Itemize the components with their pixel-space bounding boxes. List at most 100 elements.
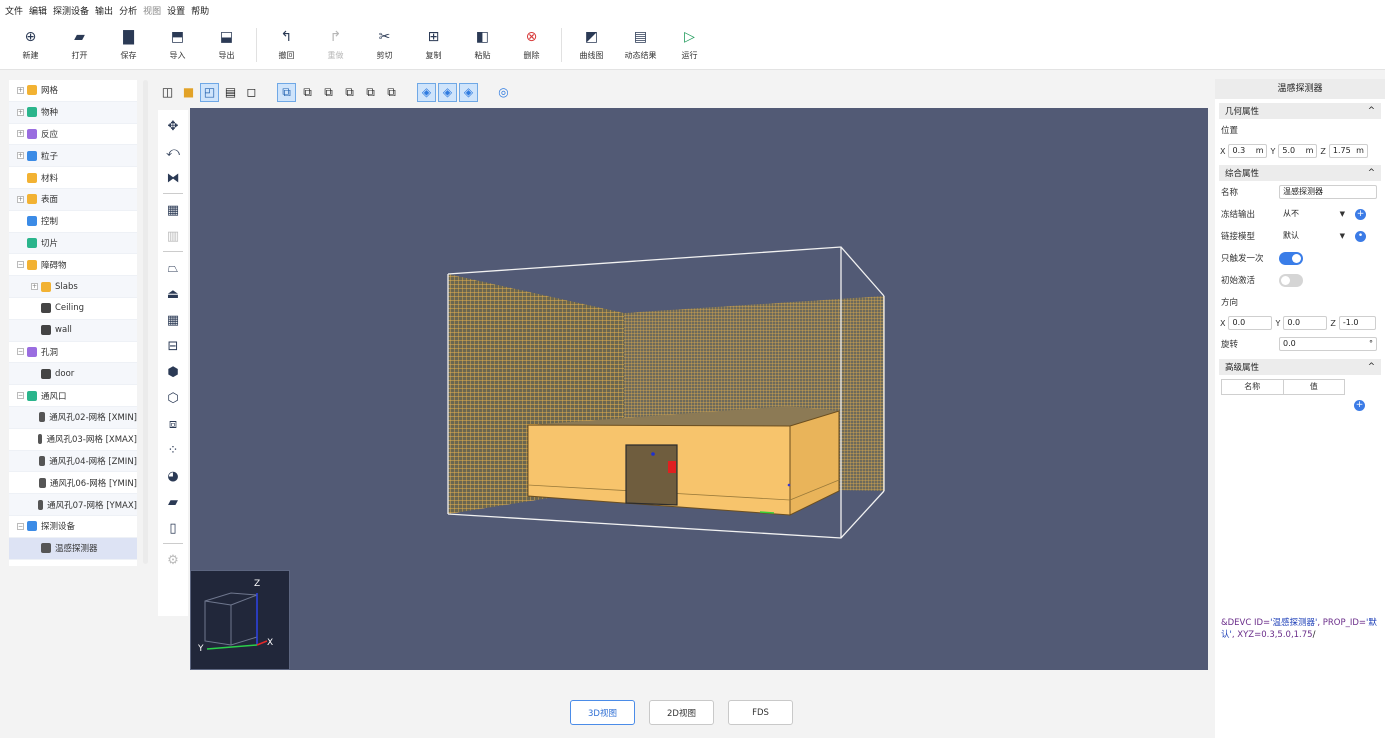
particle-tool-icon[interactable]: ⁘ — [163, 440, 183, 460]
tab-2d-view[interactable]: 2D视图 — [649, 700, 714, 725]
line-chart-button[interactable]: ◩ 曲线图 — [567, 28, 616, 61]
slab-tool-icon[interactable]: ⏢ — [163, 258, 183, 278]
scissors-button[interactable]: ✂ 剪切 — [360, 28, 409, 61]
block-tool-icon[interactable]: ⬢ — [163, 362, 183, 382]
hole-tool-icon[interactable]: ⬡ — [163, 388, 183, 408]
tree-item[interactable]: + 粒子 — [9, 145, 137, 168]
dir-z-input[interactable]: -1.0 — [1338, 316, 1376, 330]
menu-item[interactable]: 输出 — [95, 4, 113, 17]
tree-item[interactable]: + 网格 — [9, 80, 137, 102]
tree-item[interactable]: − 障碍物 — [9, 254, 137, 277]
freeze-output-select[interactable]: 从不 ▼ — [1279, 207, 1349, 221]
show-obst-icon[interactable]: ◈ — [438, 82, 457, 102]
menu-item[interactable]: 分析 — [119, 4, 137, 17]
settings-tool-icon[interactable]: ⚙ — [163, 550, 183, 570]
add-advanced-icon[interactable]: + — [1354, 400, 1365, 411]
tree-scrollbar[interactable] — [143, 80, 148, 564]
solid-view-icon[interactable]: ■ — [179, 83, 198, 102]
grid-wall-tool-icon[interactable]: ▦ — [163, 310, 183, 330]
tree-item[interactable]: wall — [9, 319, 137, 342]
expand-icon[interactable]: + — [17, 86, 24, 94]
vent-tool-icon[interactable]: ⧈ — [163, 414, 183, 434]
tree-item[interactable]: 通风孔07-网格 [YMAX] — [9, 494, 137, 516]
tree-item[interactable]: 通风孔06-网格 [YMIN] — [9, 472, 137, 495]
expand-icon[interactable]: + — [17, 108, 24, 116]
fit-view-icon[interactable]: ◎ — [494, 83, 513, 102]
rotation-input[interactable]: 0.0 ° — [1279, 337, 1377, 351]
shaded-view-icon[interactable]: ◰ — [200, 82, 219, 102]
advanced-section-header[interactable]: 高级属性 ^ — [1219, 359, 1381, 375]
save-button[interactable]: ▇ 保存 — [104, 28, 153, 61]
collapse-icon[interactable]: ^ — [1368, 168, 1375, 178]
general-section-header[interactable]: 综合属性 ^ — [1219, 165, 1381, 181]
initial-active-toggle[interactable] — [1279, 273, 1303, 287]
dir-y-input[interactable]: 0.0 — [1283, 316, 1328, 330]
mirror-tool-icon[interactable]: ⧓ — [163, 168, 183, 188]
view-bottom-icon[interactable]: ⧉ — [382, 83, 401, 102]
menu-item[interactable]: 文件 — [5, 4, 23, 17]
outline-view-icon[interactable]: ◻ — [242, 83, 261, 102]
menu-item[interactable]: 探测设备 — [53, 4, 89, 17]
pos-x-input[interactable]: 0.3 m — [1228, 144, 1268, 158]
tree-item[interactable]: 通风孔04-网格 [ZMIN] — [9, 450, 137, 473]
partition-tool-icon[interactable]: ⊟ — [163, 336, 183, 356]
pos-y-input[interactable]: 5.0 m — [1278, 144, 1318, 158]
dynamic-result-button[interactable]: ▤ 动态结果 — [616, 28, 665, 61]
import-button[interactable]: ⬒ 导入 — [153, 28, 202, 61]
move-tool-icon[interactable]: ✥ — [163, 116, 183, 136]
tree-item[interactable]: + Slabs — [9, 276, 137, 298]
tree-item[interactable]: − 探测设备 — [9, 516, 137, 538]
expand-icon[interactable]: + — [17, 195, 24, 203]
more-link-icon[interactable]: • — [1355, 230, 1366, 242]
show-vent-icon[interactable]: ◈ — [459, 82, 478, 102]
tree-item[interactable]: 切片 — [9, 232, 137, 255]
split-mesh-icon[interactable]: ▥ — [163, 226, 183, 246]
tree-item[interactable]: 通风孔03-网格 [XMAX] — [9, 429, 137, 451]
expand-icon[interactable]: + — [17, 130, 24, 138]
expand-icon[interactable]: + — [31, 283, 38, 291]
expand-icon[interactable]: + — [17, 152, 24, 160]
slice-tool-icon[interactable]: ▰ — [163, 492, 183, 512]
tree-item[interactable]: − 孔洞 — [9, 342, 137, 364]
view-top-icon[interactable]: ⧉ — [361, 83, 380, 102]
menu-item[interactable]: 编辑 — [29, 4, 47, 17]
add-freeze-icon[interactable]: + — [1355, 208, 1366, 220]
menu-item[interactable]: 设置 — [167, 4, 185, 17]
tree-item[interactable]: + 表面 — [9, 188, 137, 211]
dir-x-input[interactable]: 0.0 — [1228, 316, 1273, 330]
tree-item[interactable]: 通风孔02-网格 [XMIN] — [9, 406, 137, 429]
tree-item[interactable]: 材料 — [9, 167, 137, 189]
menu-item[interactable]: 帮助 — [191, 4, 209, 17]
wireframe-view-icon[interactable]: ◫ — [158, 83, 177, 102]
view-front-icon[interactable]: ⧉ — [277, 82, 296, 102]
link-model-select[interactable]: 默认 ▼ — [1279, 229, 1349, 243]
pos-z-input[interactable]: 1.75 m — [1328, 144, 1368, 158]
trigger-once-toggle[interactable] — [1279, 251, 1303, 265]
paste-button[interactable]: ◧ 粘贴 — [458, 28, 507, 61]
stacked-view-icon[interactable]: ▤ — [221, 83, 240, 102]
collapse-tree-icon[interactable]: − — [17, 522, 24, 530]
undo-button[interactable]: ↰ 撤回 — [262, 28, 311, 61]
tree-item[interactable]: − 通风口 — [9, 385, 137, 407]
show-mesh-icon[interactable]: ◈ — [417, 82, 436, 102]
tree-item[interactable]: 温感探测器 — [9, 537, 137, 560]
detector-tool-icon[interactable]: ◕ — [163, 466, 183, 486]
door-tool-icon[interactable]: ▯ — [163, 518, 183, 538]
collapse-icon[interactable]: ^ — [1368, 106, 1375, 116]
rotate-tool-icon[interactable]: ⤺ — [163, 142, 183, 162]
tree-item[interactable]: + 反应 — [9, 124, 137, 146]
tree-item[interactable]: 控制 — [9, 211, 137, 233]
view-left-icon[interactable]: ⧉ — [319, 83, 338, 102]
copy-button[interactable]: ⊞ 复制 — [409, 28, 458, 61]
3d-viewport[interactable] — [190, 108, 1208, 670]
geometry-section-header[interactable]: 几何属性 ^ — [1219, 103, 1381, 119]
collapse-tree-icon[interactable]: − — [17, 348, 24, 356]
tree-item[interactable]: door — [9, 363, 137, 386]
tree-item[interactable]: + 物种 — [9, 101, 137, 124]
menu-item[interactable]: 视图 — [143, 4, 161, 17]
export-button[interactable]: ⬓ 导出 — [202, 28, 251, 61]
view-right-icon[interactable]: ⧉ — [340, 83, 359, 102]
delete-button[interactable]: ⊗ 删除 — [507, 28, 556, 61]
view-back-icon[interactable]: ⧉ — [298, 83, 317, 102]
tree-item[interactable]: Ceiling — [9, 298, 137, 320]
